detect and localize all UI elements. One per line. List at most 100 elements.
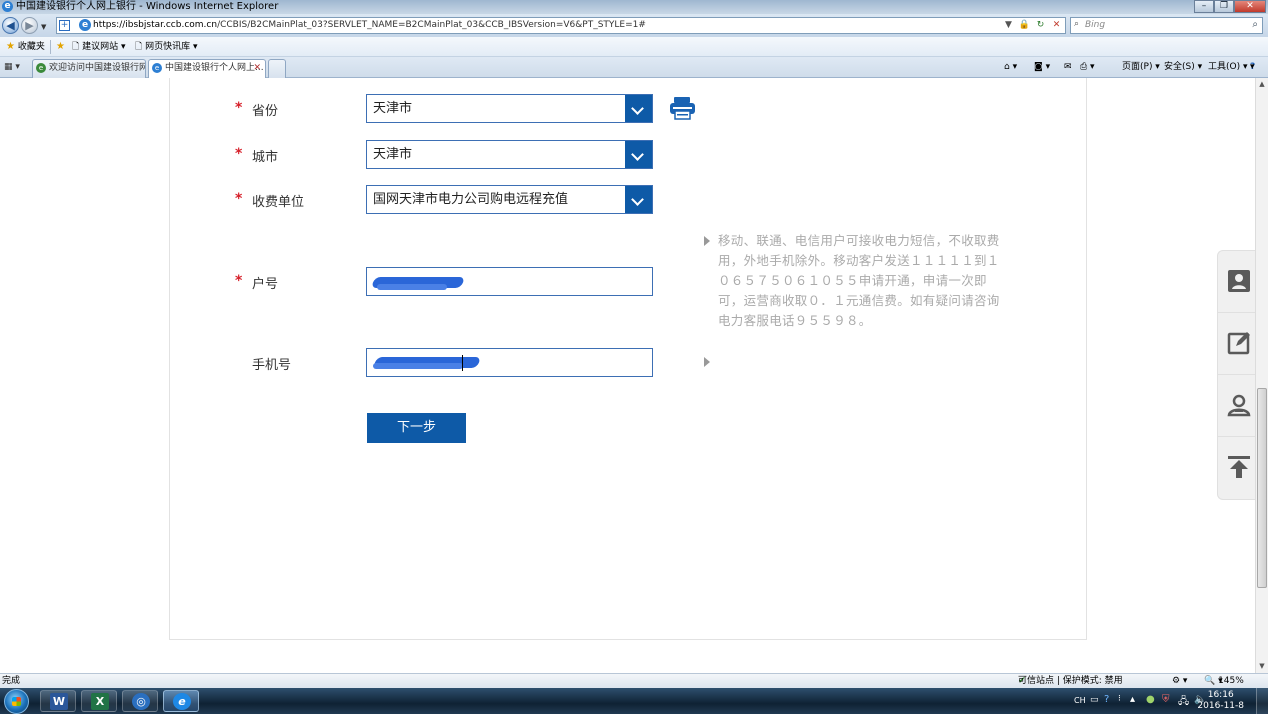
payee-label: 收费单位	[252, 195, 305, 210]
tray-up-icon[interactable]: ▴	[1130, 694, 1135, 705]
new-tab-button[interactable]	[268, 59, 286, 78]
favorites-bar: ★ 收藏夹 ★ 🗋 建议网站 ▾ 🗋 网页快讯库 ▾	[0, 37, 1268, 57]
compat-view-icon[interactable]: +	[59, 20, 70, 31]
feeds-icon[interactable]: ◙ ▾	[1034, 57, 1050, 78]
url-text: https://ibsbjstar.ccb.com.cn/CCBIS/B2CMa…	[93, 20, 646, 30]
stop-icon[interactable]: ✕	[1050, 19, 1063, 32]
print-icon[interactable]: ⎙ ▾	[1080, 57, 1095, 78]
close-window-button[interactable]: ✕	[1234, 0, 1266, 13]
account-label: 户号	[252, 277, 279, 292]
chevron-down-icon[interactable]	[625, 141, 652, 168]
start-button[interactable]	[4, 689, 29, 714]
customer-service-icon[interactable]	[1218, 375, 1255, 437]
keyboard-icon[interactable]: ▭	[1090, 695, 1099, 705]
lock-icon[interactable]: 🔒	[1018, 19, 1031, 32]
address-toolbar: ◀ ▶ ▼ + e https://ibsbjstar.ccb.com.cn/C…	[0, 14, 1268, 37]
site-favicon-icon: e	[79, 19, 91, 31]
clock-date: 2016-11-8	[1197, 701, 1244, 711]
payee-select[interactable]: 国网天津市电力公司购电远程充值	[366, 185, 653, 214]
required-marker: *	[235, 191, 243, 207]
vertical-scrollbar[interactable]: ▲ ▼	[1255, 78, 1268, 673]
show-desktop-button[interactable]	[1256, 688, 1268, 714]
edit-icon[interactable]	[1218, 313, 1255, 375]
safety-menu[interactable]: 安全(S) ▾	[1164, 57, 1202, 78]
city-select[interactable]: 天津市	[366, 140, 653, 169]
search-input[interactable]: ⌕ Bing ⌕	[1070, 17, 1263, 34]
internet-explorer-icon: e	[173, 693, 191, 710]
help-icon[interactable]: ?	[1104, 694, 1109, 705]
taskbar: W X ◎ e CH ▭ ? ⁝ ▴ ● ⛨ 🖧 🔈 16:16 2016-11…	[0, 688, 1268, 714]
province-select[interactable]: 天津市	[366, 94, 653, 123]
tab-label: 中国建设银行个人网上...	[165, 63, 264, 73]
printer-icon[interactable]	[669, 96, 696, 120]
minimize-button[interactable]: –	[1194, 0, 1214, 13]
system-clock[interactable]: 16:16 2016-11-8	[1197, 690, 1244, 712]
chevron-down-icon[interactable]	[625, 186, 652, 213]
redaction-mark	[377, 284, 447, 290]
contact-card-icon[interactable]	[1218, 251, 1255, 313]
search-icon[interactable]: ⌕	[1252, 19, 1258, 30]
account-input[interactable]	[366, 267, 653, 296]
network-icon[interactable]: 🖧	[1178, 694, 1189, 711]
maximize-button[interactable]: ❐	[1214, 0, 1234, 13]
web-slice-gallery-link[interactable]: 🗋 网页快讯库 ▾	[135, 37, 198, 57]
zone-settings-icon[interactable]: ⚙ ▾	[1172, 674, 1187, 688]
search-placeholder: Bing	[1085, 20, 1106, 30]
floating-toolbar	[1217, 250, 1255, 500]
scroll-up-icon[interactable]: ▲	[1256, 78, 1268, 91]
network-app-icon[interactable]: ●	[1146, 694, 1155, 705]
page-content: * 省份 天津市 * 城市 天津市 * 收费单位 国网天津市电力公司购电远程充值…	[0, 78, 1255, 673]
redaction-mark	[373, 363, 463, 369]
city-label: 城市	[252, 150, 279, 165]
favorites-button[interactable]: ★ 收藏夹	[6, 37, 45, 57]
scroll-down-icon[interactable]: ▼	[1256, 660, 1268, 673]
taskbar-app-word[interactable]: W	[40, 690, 76, 712]
tab-ccb-personal-banking[interactable]: e 中国建设银行个人网上... ✕	[148, 59, 266, 78]
word-icon: W	[50, 693, 68, 710]
quick-tabs-icon[interactable]: ▦ ▾	[4, 60, 30, 75]
taskbar-app-internet-explorer[interactable]: e	[163, 690, 199, 712]
back-to-top-icon[interactable]	[1218, 437, 1255, 499]
mail-icon[interactable]: ✉	[1064, 57, 1072, 78]
suggested-sites-link[interactable]: 🗋 建议网站 ▾	[72, 37, 126, 57]
tray-arrow-icon[interactable]: ⁝	[1118, 694, 1121, 704]
zoom-level[interactable]: 🔍 145% ▾	[1204, 674, 1244, 688]
help-text: 移动、联通、电信用户可接收电力短信，不收取费用，外地手机除外。移动客户发送１１１…	[718, 233, 1000, 328]
outlook-icon: ◎	[132, 693, 150, 710]
forward-button[interactable]: ▶	[21, 17, 38, 34]
security-shield-icon[interactable]: ⛨	[1162, 694, 1170, 705]
home-icon[interactable]: ⌂ ▾	[1004, 57, 1017, 78]
ie-logo-icon: e	[2, 1, 13, 12]
address-input[interactable]: + e https://ibsbjstar.ccb.com.cn/CCBIS/B…	[56, 17, 1066, 34]
required-marker: *	[235, 100, 243, 116]
tab-favicon-icon: e	[36, 63, 46, 73]
next-step-button[interactable]: 下一步	[367, 413, 466, 443]
taskbar-app-excel[interactable]: X	[81, 690, 117, 712]
status-bar: 完成 ✔ 可信站点 | 保护模式: 禁用 ⚙ ▾ 🔍 145% ▾	[0, 673, 1268, 688]
city-value: 天津市	[373, 147, 413, 162]
phone-input[interactable]	[366, 348, 653, 377]
refresh-icon[interactable]: ↻	[1034, 19, 1047, 32]
add-favorite-icon[interactable]: ★	[56, 37, 65, 57]
window-title: 中国建设银行个人网上银行 - Windows Internet Explorer	[16, 1, 279, 12]
province-value: 天津市	[373, 101, 413, 116]
back-button[interactable]: ◀	[2, 17, 19, 34]
help-arrow-icon	[704, 236, 710, 246]
required-marker: *	[235, 146, 243, 162]
history-dropdown-icon[interactable]: ▼	[41, 23, 46, 31]
address-dropdown-icon[interactable]: ▼	[1002, 19, 1015, 32]
scroll-thumb[interactable]	[1257, 388, 1267, 588]
chevron-down-icon[interactable]	[625, 95, 652, 122]
close-tab-icon[interactable]: ✕	[253, 60, 261, 77]
taskbar-app-outlook[interactable]: ◎	[122, 690, 158, 712]
payee-value: 国网天津市电力公司购电远程充值	[373, 192, 569, 207]
clock-time: 16:16	[1207, 690, 1234, 700]
tab-ccb-home[interactable]: e 欢迎访问中国建设银行网站	[32, 59, 146, 78]
tools-menu[interactable]: 工具(O) ▾	[1208, 57, 1248, 78]
window-title-bar: e 中国建设银行个人网上银行 - Windows Internet Explor…	[0, 0, 1268, 14]
language-indicator[interactable]: CH	[1074, 696, 1086, 705]
excel-icon: X	[91, 693, 109, 710]
search-provider-icon: ⌕	[1074, 19, 1080, 29]
page-menu[interactable]: 页面(P) ▾	[1122, 57, 1160, 78]
tab-bar: ▦ ▾ e 欢迎访问中国建设银行网站 e 中国建设银行个人网上... ✕ ⌂ ▾…	[0, 57, 1268, 78]
